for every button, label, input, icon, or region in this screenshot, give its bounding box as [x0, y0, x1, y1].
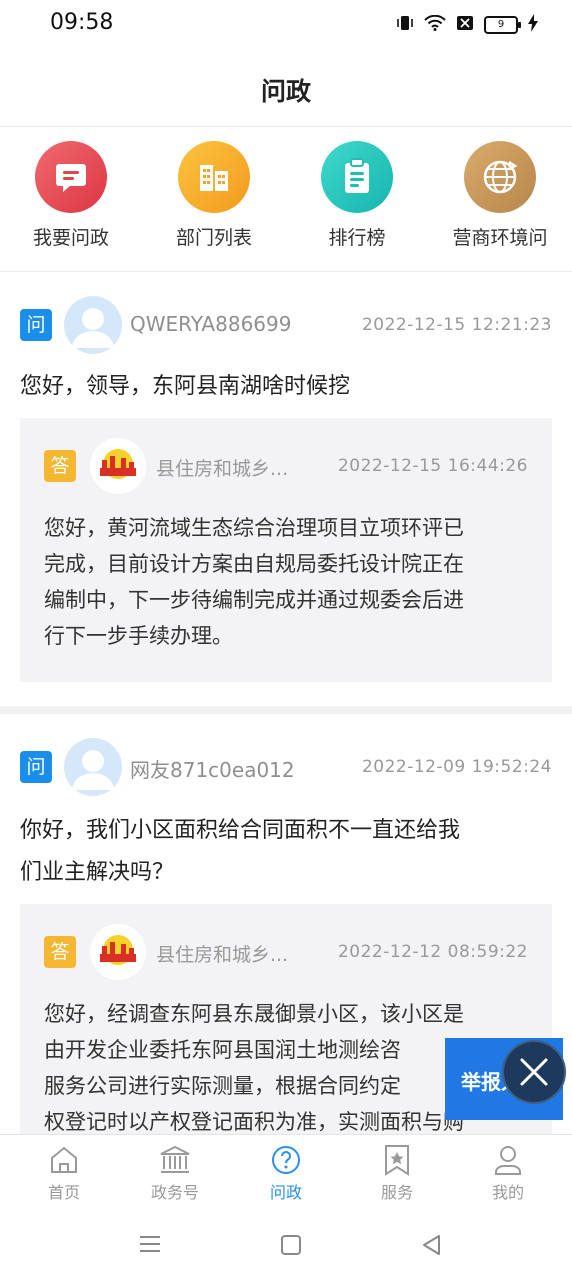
answer-line: 您好，经调查东阿县东晟御景小区，该小区是 [44, 1002, 464, 1026]
answer-badge: 答 [44, 450, 76, 482]
quick-nav-ask[interactable]: 我要问政 [0, 141, 142, 250]
message-icon [35, 141, 107, 213]
tab-home[interactable]: 首页 [14, 1143, 114, 1203]
dept-logo-icon [100, 449, 136, 479]
dept-name: 县住房和城乡... [156, 944, 289, 966]
divider [0, 706, 572, 714]
answer-time: 2022-12-12 08:59:22 [337, 942, 528, 962]
answer-line: 您好，黄河流域生态综合治理项目立项环评已 [44, 516, 464, 540]
status-bar: 09:58 9 [0, 0, 572, 50]
answer-line: 行下一步手续办理。 [44, 624, 233, 648]
question-text: 你好，我们小区面积给合同面积不一直还给我 们业主解决吗？ [20, 810, 552, 894]
tab-label: 服务 [380, 1183, 413, 1202]
user-avatar-icon [72, 750, 114, 790]
quick-nav-label: 排行榜 [328, 227, 386, 249]
question-time: 2022-12-09 19:52:24 [361, 757, 552, 777]
page-title: 问政 [260, 77, 311, 106]
back-icon[interactable] [420, 1233, 442, 1261]
vibrate-icon [396, 15, 414, 35]
dept-logo-icon [100, 935, 136, 965]
system-nav-bar [0, 1208, 572, 1280]
user-name: QWERYA886699 [130, 312, 292, 336]
dept-logo [90, 924, 146, 980]
close-icon[interactable] [502, 1040, 566, 1104]
home-icon [14, 1143, 114, 1177]
user-avatar-icon [72, 308, 114, 348]
answer-line: 完成，目前设计方案由自规局委托设计院正在 [44, 552, 464, 576]
clipboard-icon [321, 141, 393, 213]
quick-nav-label: 我要问政 [32, 227, 109, 249]
bottom-tab-bar: 首页 政务号 问政 服务 我的 [0, 1134, 572, 1209]
building-icon [178, 141, 250, 213]
question-line: 你好，我们小区面积给合同面积不一直还给我 [20, 818, 461, 843]
quick-nav: 我要问政 部门列表 排行榜 营商环境问 [0, 127, 572, 272]
tab-service[interactable]: 服务 [347, 1143, 447, 1203]
no-sim-icon [456, 15, 474, 35]
globe-icon [464, 141, 536, 213]
tab-mine[interactable]: 我的 [458, 1143, 558, 1203]
title-bar: 问政 [0, 52, 572, 127]
quick-nav-label: 部门列表 [175, 227, 252, 249]
dept-name: 县住房和城乡... [156, 458, 289, 480]
question-time: 2022-12-15 12:21:23 [361, 315, 552, 335]
avatar[interactable] [64, 296, 122, 354]
status-icons: 9 [396, 14, 538, 36]
answer-time: 2022-12-15 16:44:26 [337, 456, 528, 476]
tab-label: 首页 [47, 1183, 80, 1202]
battery-icon: 9 [484, 16, 521, 34]
answer-badge: 答 [44, 936, 76, 968]
charging-icon [528, 14, 538, 36]
tab-label: 我的 [491, 1183, 524, 1202]
user-icon [458, 1143, 558, 1177]
status-time: 09:58 [50, 10, 114, 35]
post-card[interactable]: 问 QWERYA886699 2022-12-15 12:21:23 您好，领导… [0, 272, 572, 706]
tab-label: 政务号 [150, 1183, 199, 1202]
menu-icon[interactable] [138, 1234, 162, 1258]
question-badge: 问 [20, 309, 52, 341]
user-name: 网友871c0ea012 [130, 758, 295, 782]
quick-nav-departments[interactable]: 部门列表 [143, 141, 285, 250]
answer-text: 您好，黄河流域生态综合治理项目立项环评已 完成，目前设计方案由自规局委托设计院正… [44, 510, 528, 654]
answer-line: 编制中，下一步待编制完成并通过规委会后进 [44, 588, 464, 612]
question-icon [236, 1143, 336, 1177]
bookmark-star-icon [347, 1143, 447, 1177]
home-square-icon[interactable] [280, 1234, 302, 1260]
answer-box[interactable]: 答 县住房和城乡... 2022-12-15 16:44:26 您好，黄河流域生… [20, 418, 552, 682]
tab-wenzheng[interactable]: 问政 [236, 1143, 336, 1203]
government-icon [125, 1143, 225, 1177]
question-text: 您好，领导，东阿县南湖啥时候挖 [20, 374, 351, 399]
question-line: 们业主解决吗？ [20, 860, 175, 885]
question-badge: 问 [20, 751, 52, 783]
quick-nav-label: 营商环境问 [452, 227, 548, 249]
dept-logo [90, 438, 146, 494]
tab-label: 问政 [269, 1183, 302, 1202]
quick-nav-ranking[interactable]: 排行榜 [286, 141, 428, 250]
wifi-icon [424, 14, 446, 35]
quick-nav-business-env[interactable]: 营商环境问 [429, 141, 571, 250]
avatar[interactable] [64, 738, 122, 796]
tab-government[interactable]: 政务号 [125, 1143, 225, 1203]
